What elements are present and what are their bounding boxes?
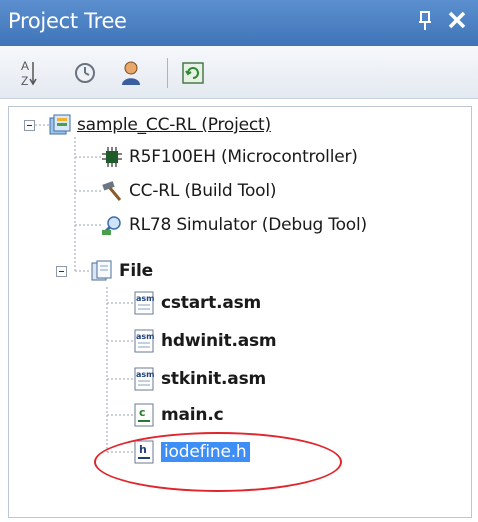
- tree-file-iodefine[interactable]: h iodefine.h: [133, 438, 250, 466]
- svg-text:c: c: [139, 406, 146, 419]
- tree-item-label: File: [119, 261, 153, 281]
- svg-text:asm: asm: [136, 332, 155, 341]
- microcontroller-icon: [101, 146, 123, 168]
- folder-file-icon: [91, 260, 113, 282]
- project-tree[interactable]: sample_CC-RL (Project) R5F100EH (Microco…: [8, 106, 472, 518]
- tree-item-microcontroller[interactable]: R5F100EH (Microcontroller): [101, 143, 358, 171]
- toolbar-separator: [167, 58, 168, 88]
- tree-file-label: hdwinit.asm: [161, 331, 277, 351]
- tree-file-label-selected: iodefine.h: [161, 442, 250, 462]
- tree-toolbar: A Z: [0, 46, 478, 99]
- svg-text:Z: Z: [21, 74, 28, 88]
- svg-text:A: A: [21, 59, 29, 73]
- c-file-icon: c: [133, 403, 155, 427]
- project-tree-panel: Project Tree A Z sample_CC-RL (Project) …: [0, 0, 478, 522]
- panel-title: Project Tree: [8, 9, 127, 33]
- tree-file-stkinit[interactable]: asm stkinit.asm: [133, 365, 266, 393]
- svg-text:asm: asm: [136, 294, 155, 303]
- tree-file-hdwinit[interactable]: asm hdwinit.asm: [133, 327, 277, 355]
- tree-item-debug-tool[interactable]: RL78 Simulator (Debug Tool): [101, 211, 367, 239]
- tree-root-label: sample_CC-RL (Project): [77, 115, 271, 135]
- refresh-icon[interactable]: [180, 60, 206, 86]
- tree-item-build-tool[interactable]: CC-RL (Build Tool): [101, 177, 277, 205]
- pin-icon[interactable]: [417, 10, 433, 32]
- tree-item-label: R5F100EH (Microcontroller): [129, 147, 358, 167]
- project-icon: [49, 114, 71, 136]
- clock-icon[interactable]: [72, 60, 98, 86]
- panel-title-bar: Project Tree: [0, 0, 478, 46]
- svg-text:asm: asm: [136, 370, 155, 379]
- tree-item-file-folder[interactable]: File: [91, 257, 153, 285]
- tree-item-label: RL78 Simulator (Debug Tool): [129, 215, 367, 235]
- asm-file-icon: asm: [133, 367, 155, 391]
- user-icon[interactable]: [118, 60, 144, 86]
- tree-file-label: cstart.asm: [161, 293, 262, 313]
- asm-file-icon: asm: [133, 329, 155, 353]
- hammer-icon: [101, 180, 123, 202]
- tree-file-label: main.c: [161, 405, 224, 425]
- tree-root-project[interactable]: sample_CC-RL (Project): [49, 111, 271, 139]
- collapse-file-icon[interactable]: [56, 266, 67, 277]
- collapse-root-icon[interactable]: [24, 120, 35, 131]
- tree-file-cstart[interactable]: asm cstart.asm: [133, 289, 261, 317]
- h-file-icon: h: [133, 440, 155, 464]
- asm-file-icon: asm: [133, 291, 155, 315]
- tree-file-label: stkinit.asm: [161, 369, 266, 389]
- tree-file-main[interactable]: c main.c: [133, 401, 224, 429]
- debug-tool-icon: [101, 214, 123, 236]
- close-icon[interactable]: [448, 5, 466, 34]
- svg-text:h: h: [139, 443, 147, 456]
- tree-item-label: CC-RL (Build Tool): [129, 181, 277, 201]
- sort-alphabetical-icon[interactable]: A Z: [16, 59, 42, 88]
